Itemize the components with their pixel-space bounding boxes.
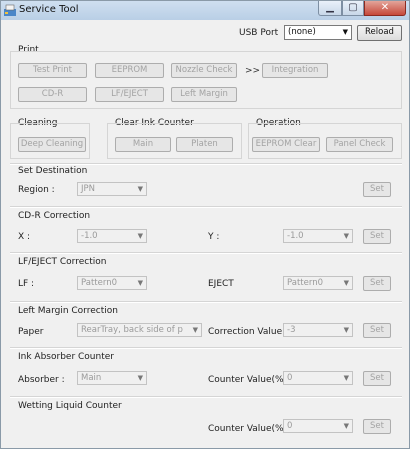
- absorber-counter-label: Counter Value(%): [208, 375, 288, 385]
- chevron-down-icon: ▼: [343, 422, 349, 430]
- chevron-down-icon: ▼: [137, 185, 143, 193]
- maximize-icon: ▢: [348, 2, 358, 13]
- absorber-counter-value: 0: [287, 373, 293, 383]
- correction-value-select[interactable]: -3 ▼: [283, 323, 353, 337]
- region-label: Region :: [18, 185, 55, 195]
- clear-ink-platen-button[interactable]: Platen: [176, 137, 233, 152]
- clear-ink-main-button[interactable]: Main: [115, 137, 171, 152]
- title-bar: Service Tool ▁ ▢ ✕: [1, 1, 409, 20]
- divider: [10, 163, 402, 165]
- absorber-counter-select[interactable]: 0 ▼: [283, 371, 353, 385]
- region-value: JPN: [81, 184, 95, 194]
- divider: [10, 301, 402, 303]
- wetting-counter-value: 0: [287, 421, 293, 431]
- cd-r-button[interactable]: CD-R: [18, 87, 87, 102]
- usb-port-label: USB Port: [239, 28, 279, 38]
- cdr-y-select[interactable]: -1.0 ▼: [283, 229, 353, 243]
- window-title: Service Tool: [19, 4, 79, 15]
- chevron-down-icon: ▼: [137, 232, 143, 240]
- chevron-down-icon: ▼: [137, 279, 143, 287]
- usb-port-value: (none): [288, 27, 316, 37]
- arrow-label: >>: [245, 66, 261, 76]
- cdr-correction-label: CD-R Correction: [18, 211, 91, 221]
- chevron-down-icon: ▼: [192, 326, 198, 334]
- paper-select[interactable]: RearTray, back side of p ▼: [77, 323, 202, 337]
- lf-eject-correction-label: LF/EJECT Correction: [18, 257, 107, 267]
- wetting-liquid-label: Wetting Liquid Counter: [18, 401, 122, 411]
- absorber-set-button[interactable]: Set: [363, 371, 391, 386]
- wetting-set-button[interactable]: Set: [363, 419, 391, 434]
- paper-value: RearTray, back side of p: [81, 325, 183, 335]
- divider: [10, 206, 402, 208]
- paper-label: Paper: [18, 327, 44, 337]
- eject-select[interactable]: Pattern0 ▼: [283, 276, 353, 290]
- test-print-button[interactable]: Test Print: [18, 63, 87, 78]
- absorber-select[interactable]: Main ▼: [77, 371, 147, 385]
- reload-button[interactable]: Reload: [357, 25, 402, 41]
- correction-value-label: Correction Value: [208, 327, 283, 337]
- minimize-icon: ▁: [326, 2, 334, 13]
- chevron-down-icon: ▼: [342, 28, 348, 36]
- eject-value: Pattern0: [287, 278, 323, 288]
- left-margin-button[interactable]: Left Margin: [171, 87, 237, 102]
- integration-button[interactable]: Integration: [262, 63, 328, 78]
- eject-label: EJECT: [208, 279, 234, 289]
- divider: [10, 347, 402, 349]
- cdr-x-select[interactable]: -1.0 ▼: [77, 229, 147, 243]
- chevron-down-icon: ▼: [137, 374, 143, 382]
- maximize-button[interactable]: ▢: [342, 1, 364, 16]
- cdr-y-value: -1.0: [287, 231, 304, 241]
- correction-value: -3: [287, 325, 296, 335]
- wetting-counter-select[interactable]: 0 ▼: [283, 419, 353, 433]
- app-icon: [4, 4, 16, 16]
- chevron-down-icon: ▼: [343, 232, 349, 240]
- nozzle-check-button[interactable]: Nozzle Check: [171, 63, 237, 78]
- chevron-down-icon: ▼: [343, 326, 349, 334]
- absorber-label: Absorber :: [18, 375, 65, 385]
- divider: [10, 396, 402, 398]
- destination-set-button[interactable]: Set: [363, 182, 391, 197]
- minimize-button[interactable]: ▁: [318, 1, 342, 16]
- chevron-down-icon: ▼: [343, 374, 349, 382]
- close-button[interactable]: ✕: [364, 1, 406, 16]
- lf-select[interactable]: Pattern0 ▼: [77, 276, 147, 290]
- close-icon: ✕: [380, 2, 390, 13]
- left-margin-set-button[interactable]: Set: [363, 323, 391, 338]
- set-destination-label: Set Destination: [18, 166, 88, 176]
- wetting-counter-label: Counter Value(%): [208, 424, 288, 434]
- lf-label: LF :: [18, 279, 35, 289]
- lf-eject-set-button[interactable]: Set: [363, 276, 391, 291]
- deep-cleaning-button[interactable]: Deep Cleaning: [18, 137, 86, 152]
- divider: [10, 252, 402, 254]
- eeprom-button[interactable]: EEPROM: [95, 63, 164, 78]
- eeprom-clear-button[interactable]: EEPROM Clear: [252, 137, 320, 152]
- absorber-value: Main: [81, 373, 102, 383]
- region-select[interactable]: JPN ▼: [77, 182, 147, 196]
- cdr-x-value: -1.0: [81, 231, 98, 241]
- lf-eject-button[interactable]: LF/EJECT: [95, 87, 164, 102]
- cdr-x-label: X :: [18, 232, 31, 242]
- left-margin-correction-label: Left Margin Correction: [18, 306, 118, 316]
- usb-port-select[interactable]: (none) ▼: [284, 25, 352, 40]
- service-tool-window: Service Tool ▁ ▢ ✕ USB Port (none) ▼ Rel…: [0, 0, 410, 449]
- cdr-set-button[interactable]: Set: [363, 229, 391, 244]
- cdr-y-label: Y :: [208, 232, 220, 242]
- chevron-down-icon: ▼: [343, 279, 349, 287]
- ink-absorber-label: Ink Absorber Counter: [18, 352, 114, 362]
- lf-value: Pattern0: [81, 278, 117, 288]
- panel-check-button[interactable]: Panel Check: [326, 137, 393, 152]
